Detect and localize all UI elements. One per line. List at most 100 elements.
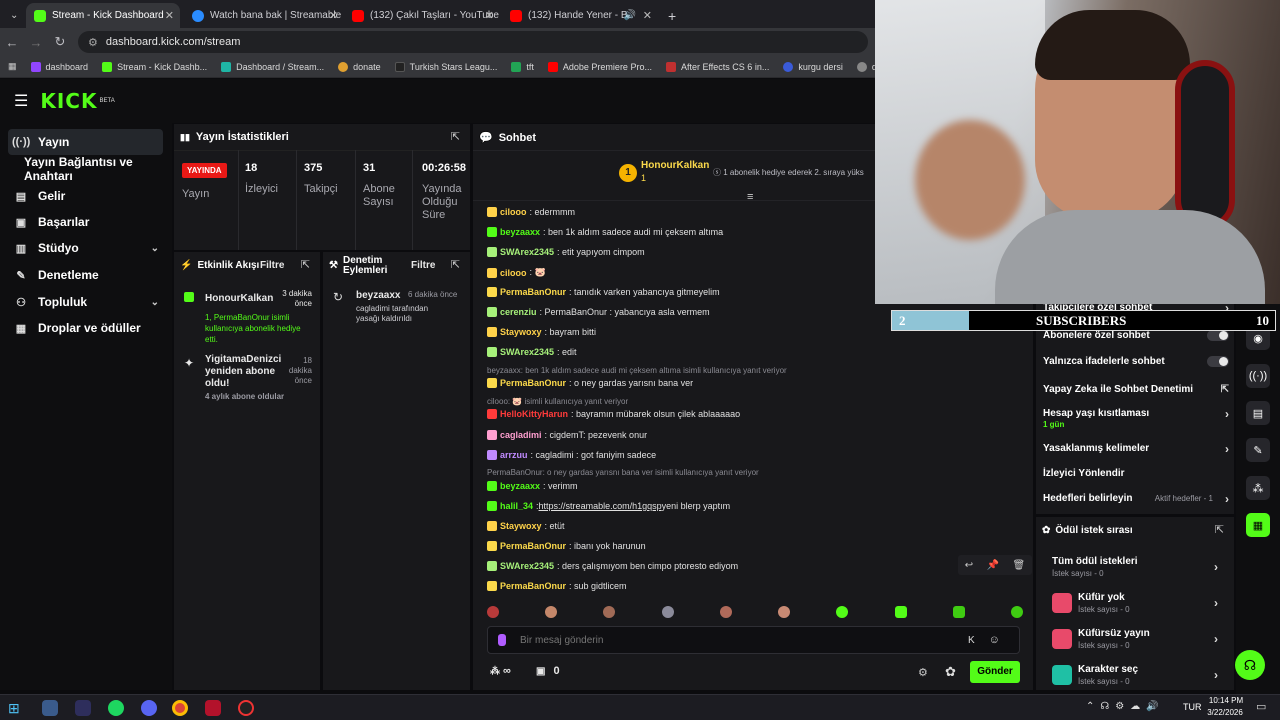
chat-message[interactable]: beyzaaxx: verimm — [487, 481, 578, 491]
sidebar-item-droplar[interactable]: ▦ Droplar ve ödüller — [8, 315, 163, 341]
community-goal-icon[interactable]: ✿ — [945, 664, 956, 680]
app-icon[interactable] — [75, 700, 91, 716]
obs-icon[interactable] — [238, 700, 254, 716]
apps-grid-icon[interactable]: ▦ — [8, 61, 17, 72]
tab-youtube-2[interactable]: (132) Hande Yener - Bir Gi...🔊 ✕ — [502, 3, 658, 28]
video-icon[interactable]: ▦ — [1246, 513, 1270, 537]
popout-icon[interactable]: ⇱ — [451, 130, 460, 143]
close-tab-icon[interactable]: ✕ — [485, 9, 494, 22]
toggle-switch[interactable] — [1207, 356, 1229, 367]
emote-icon[interactable] — [836, 606, 849, 618]
chat-message[interactable]: Staywoxy: etüt — [487, 521, 565, 531]
activity-user[interactable]: YigitamaDenizci yeniden abone oldu! — [205, 354, 285, 390]
bookmark-item[interactable]: dashboard — [30, 61, 88, 72]
emote-icon[interactable] — [894, 606, 907, 618]
chat-message[interactable]: PermaBanOnur: sub gidtlicem — [487, 581, 627, 591]
settings-icon[interactable]: ⚙ — [918, 666, 928, 679]
notification-icon[interactable]: ▭ — [1256, 700, 1266, 713]
chat-username[interactable]: cerenziu — [500, 307, 537, 317]
chat-username[interactable]: PermaBanOnur — [500, 581, 566, 591]
popout-icon[interactable]: ⇱ — [1215, 523, 1224, 536]
emote-icon[interactable] — [661, 606, 674, 618]
chat-setting-row[interactable]: Hedefleri belirleyin Aktif hedefler - 1 › — [1043, 492, 1233, 506]
bookmark-item[interactable]: After Effects CS 6 in... — [665, 61, 769, 72]
close-tab-icon[interactable]: ✕ — [329, 9, 338, 22]
chat-message[interactable]: cilooo: edermmm — [487, 207, 575, 217]
emote-icon[interactable] — [603, 606, 616, 618]
app-icon[interactable] — [205, 700, 221, 716]
sidebar-item-basarilar[interactable]: ▣ Başarılar — [8, 209, 163, 235]
chat-username[interactable]: SWArex2345 — [500, 247, 554, 257]
chat-message[interactable]: beyzaaxx: ben 1k aldım sadece audi mi çe… — [487, 227, 723, 237]
moderation-filter-button[interactable]: Filtre — [411, 260, 435, 271]
back-icon[interactable]: ← — [0, 35, 24, 50]
chat-message[interactable]: SWArex2345: edit — [487, 347, 577, 357]
forward-icon[interactable]: → — [24, 35, 48, 50]
clock-time[interactable]: 10:14 PM — [1206, 696, 1246, 705]
windows-start-icon[interactable]: ⊞ — [8, 700, 24, 716]
emote-icon[interactable] — [545, 606, 558, 618]
chat-setting-row[interactable]: Yasaklanmış kelimeler › — [1043, 442, 1233, 456]
chat-username[interactable]: cagladimi — [500, 430, 542, 440]
chat-input[interactable]: K ☺ — [487, 626, 1020, 654]
tab-kick-dashboard[interactable]: Stream - Kick Dashboard ✕ — [26, 3, 180, 28]
chat-username[interactable]: Staywoxy — [500, 521, 542, 531]
chat-message[interactable]: halil_34: https://streamable.com/h1gqsp … — [487, 501, 730, 511]
reward-row[interactable]: Küfür yok İstek sayısı - 0 › — [1052, 590, 1222, 616]
audio-icon[interactable]: 🔊 — [624, 10, 636, 21]
delete-icon[interactable]: 🗑 — [1013, 560, 1026, 571]
tab-youtube-1[interactable]: (132) Çakıl Taşları - YouTube ✕ — [344, 3, 500, 28]
emote-icon[interactable] — [487, 606, 499, 618]
bookmark-item[interactable]: Adobe Premiere Pro... — [547, 61, 652, 72]
send-button[interactable]: Gönder — [970, 661, 1020, 683]
panel-icon[interactable]: ▤ — [1246, 401, 1270, 425]
bookmark-item[interactable]: Dashboard / Stream... — [221, 61, 324, 72]
site-info-icon[interactable]: ⚙ — [88, 36, 98, 49]
new-tab-button[interactable]: + — [660, 3, 680, 28]
chat-username[interactable]: beyzaaxx — [500, 481, 540, 491]
bookmark-item[interactable]: tft — [511, 61, 534, 72]
kick-emote-icon[interactable]: K — [968, 635, 975, 646]
sidebar-item-topluluk[interactable]: ⚇ Topluluk ⌄ — [8, 289, 163, 315]
toggle-switch[interactable] — [1207, 330, 1229, 341]
chat-message[interactable]: SWArex2345: etit yapıyom cimpom — [487, 247, 645, 257]
chat-message[interactable]: PermaBanOnur: tanıdık varken yabancıya g… — [487, 287, 720, 297]
discord-icon[interactable] — [141, 700, 157, 716]
chat-message[interactable]: HelloKittyHarun: bayramın mübarek olsun … — [487, 409, 740, 419]
chat-username[interactable]: cilooo — [500, 207, 527, 217]
url-input[interactable]: ⚙ dashboard.kick.com/stream — [78, 31, 868, 53]
chat-message-field[interactable] — [520, 634, 950, 646]
wrench-icon[interactable]: ✎ — [1246, 438, 1270, 462]
chrome-icon[interactable] — [172, 700, 188, 716]
close-tab-icon[interactable]: ✕ — [643, 9, 652, 22]
chat-message[interactable]: PermaBanOnur: o ney gardas yarısnı bana … — [487, 378, 693, 388]
chat-link[interactable]: https://streamable.com/h1gqsp — [539, 501, 662, 511]
emote-icon[interactable] — [719, 606, 732, 618]
language-indicator[interactable]: TUR — [1183, 702, 1202, 712]
emote-icon[interactable] — [952, 606, 965, 618]
kick-logo[interactable]: KICK — [40, 89, 97, 113]
app-icon[interactable] — [42, 700, 58, 716]
chat-message[interactable]: SWArex2345: ders çalışmıyom ben cimpo pt… — [487, 561, 738, 571]
reload-icon[interactable]: ↻ — [48, 34, 72, 50]
chat-setting-row[interactable]: İzleyici Yönlendir — [1043, 468, 1233, 479]
chat-setting-row[interactable]: Yapay Zeka ile Sohbet Denetimi ⇱ — [1043, 384, 1233, 395]
chat-username[interactable]: PermaBanOnur — [500, 378, 566, 388]
emoji-icon[interactable]: ☺ — [989, 634, 1000, 646]
chat-username[interactable]: SWArex2345 — [500, 561, 554, 571]
emote-icon[interactable] — [1010, 606, 1023, 618]
reward-row[interactable]: Küfürsüz yayın İstek sayısı - 0 › — [1052, 626, 1222, 652]
clock-date[interactable]: 3/22/2026 — [1203, 708, 1247, 717]
microphone-icon[interactable] — [498, 634, 506, 646]
sidebar-item-denetleme[interactable]: ✎ Denetleme — [8, 262, 163, 288]
chat-points[interactable]: ⁂ ∞ — [490, 665, 511, 677]
emote-icon[interactable] — [778, 606, 791, 618]
chat-username[interactable]: beyzaaxx — [500, 227, 540, 237]
chat-message[interactable]: cagladimi: cigdemT: pezevenk onur — [487, 430, 647, 440]
chat-username[interactable]: HelloKittyHarun — [500, 409, 568, 419]
chat-message[interactable]: cilooo: 🐷 — [487, 267, 546, 278]
collapse-icon[interactable]: ≡ — [747, 191, 753, 203]
bookmark-item[interactable]: donate — [338, 61, 381, 72]
sidebar-item-gelir[interactable]: ▤ Gelir — [8, 183, 163, 209]
hamburger-menu-icon[interactable]: ☰ — [14, 91, 28, 111]
